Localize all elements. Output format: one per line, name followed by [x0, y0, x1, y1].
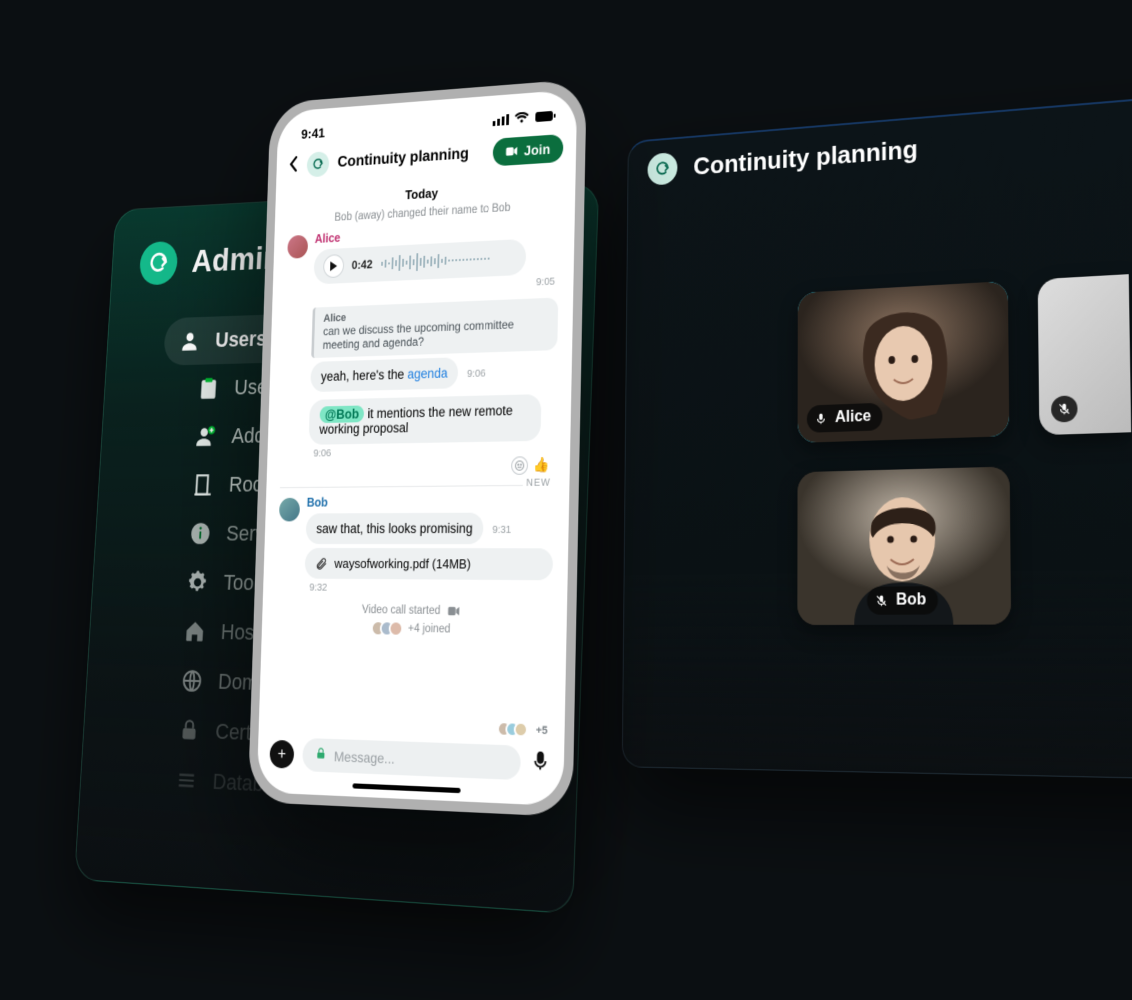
participant-name: Alice — [835, 408, 871, 427]
admin-logo — [139, 241, 179, 286]
video-tile-bob[interactable]: Bob — [797, 466, 1011, 625]
new-label: NEW — [522, 477, 554, 489]
avatar-stack — [370, 620, 402, 637]
mic-icon — [530, 749, 551, 773]
join-call-button[interactable]: Join — [493, 134, 564, 166]
message-bubble[interactable]: @Bob it mentions the new remote working … — [309, 394, 542, 445]
typing-count: +5 — [536, 724, 548, 737]
lock-icon — [178, 717, 201, 744]
mic-off-icon — [875, 594, 889, 608]
voice-duration: 0:42 — [351, 257, 372, 272]
sidebar-item-label: Users — [215, 326, 268, 353]
wifi-icon — [514, 112, 529, 125]
quoted-message[interactable]: Alice can we discuss the upcoming commit… — [311, 297, 558, 358]
back-button[interactable] — [288, 153, 299, 178]
paperclip-icon — [315, 556, 328, 570]
id-card-icon — [197, 376, 220, 401]
globe-icon — [180, 668, 203, 694]
cellular-icon — [493, 113, 510, 126]
phone-device: 9:41 Continuity planning Join Today Bo — [248, 79, 587, 818]
attach-button[interactable]: + — [269, 739, 294, 768]
room-avatar-icon — [307, 151, 330, 177]
video-icon — [506, 146, 519, 157]
participant-badge: Alice — [807, 403, 883, 433]
message-placeholder: Message... — [334, 748, 395, 767]
message-bubble[interactable]: yeah, here's the agenda — [310, 357, 459, 392]
video-tile-alice[interactable]: Alice — [798, 281, 1010, 443]
avatar[interactable] — [279, 498, 300, 522]
video-tile-partial[interactable] — [1038, 274, 1131, 435]
room-avatar-icon — [647, 152, 677, 186]
join-label: Join — [524, 141, 551, 159]
add-reaction-button[interactable] — [511, 456, 528, 475]
add-user-icon — [194, 424, 217, 449]
users-icon — [178, 328, 201, 353]
smile-icon — [514, 459, 525, 471]
avatar[interactable] — [287, 235, 308, 259]
timestamp: 9:31 — [492, 524, 511, 536]
mute-badge — [1051, 395, 1078, 422]
avatar-stack — [497, 721, 528, 738]
video-call-joined-event: +4 joined — [275, 617, 552, 646]
reaction-emoji[interactable]: 👍 — [533, 456, 550, 475]
lock-icon — [315, 746, 328, 764]
desktop-video-window: Continuity planning — [622, 90, 1132, 781]
timestamp: 9:06 — [467, 367, 486, 380]
video-icon — [447, 606, 460, 616]
chevron-left-icon — [288, 155, 299, 173]
message-text: saw that, this looks promising — [316, 521, 473, 536]
file-attachment[interactable]: waysofworking.pdf (14MB) — [305, 548, 554, 580]
info-icon — [189, 521, 212, 546]
attachment-name: waysofworking.pdf (14MB) — [334, 556, 471, 572]
rooms-icon — [192, 472, 215, 497]
participant-name: Bob — [896, 591, 926, 609]
play-button[interactable] — [324, 255, 343, 277]
timestamp: 9:32 — [309, 582, 327, 594]
database-icon — [175, 767, 198, 794]
gear-icon — [186, 570, 209, 596]
chat-title[interactable]: Continuity planning — [337, 144, 484, 171]
mic-off-icon — [1057, 402, 1071, 417]
mic-icon — [814, 412, 827, 426]
status-time: 9:41 — [301, 125, 325, 142]
message-link[interactable]: agenda — [407, 366, 448, 382]
new-messages-divider — [280, 485, 555, 489]
home-icon — [183, 618, 206, 644]
message-input[interactable]: Message... — [302, 738, 521, 780]
waveform-icon — [381, 248, 497, 273]
message-text: yeah, here's the — [321, 367, 408, 384]
sender-name[interactable]: Bob — [307, 494, 555, 510]
play-icon — [329, 261, 338, 271]
timestamp: 9:06 — [313, 447, 331, 459]
battery-icon — [534, 110, 556, 123]
participant-badge: Bob — [867, 586, 938, 615]
message-bubble[interactable]: saw that, this looks promising — [306, 513, 484, 545]
voice-record-button[interactable] — [530, 749, 551, 778]
